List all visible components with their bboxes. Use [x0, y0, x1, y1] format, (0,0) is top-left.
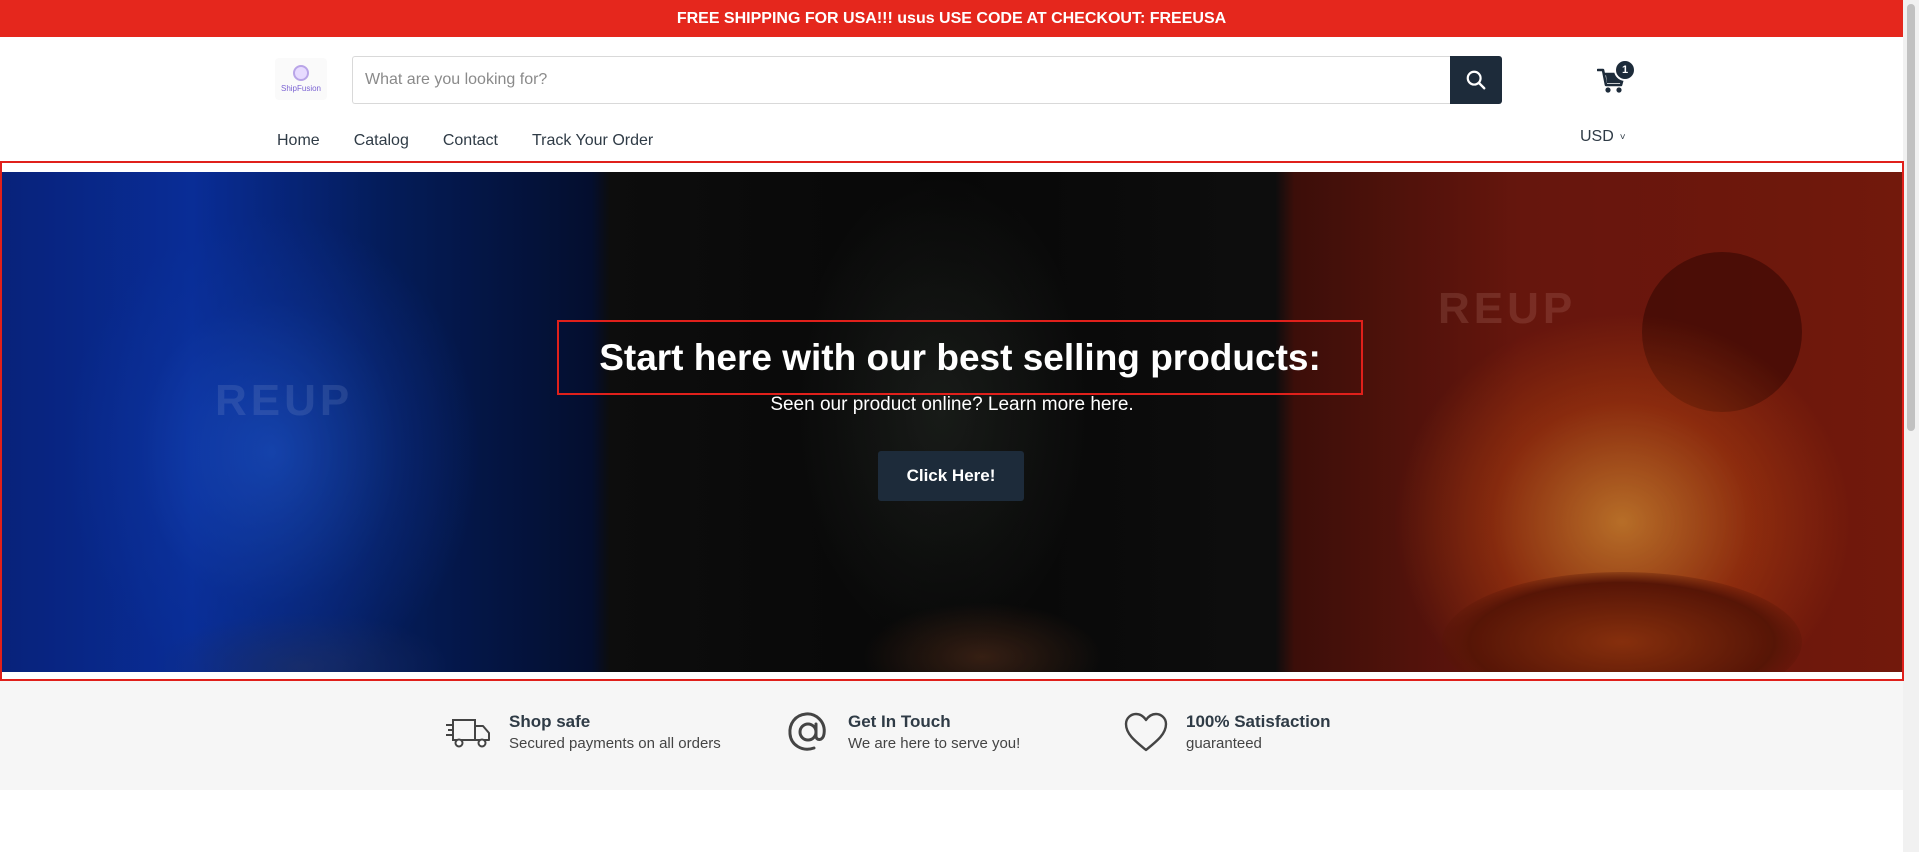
- feature-text: 100% Satisfaction guaranteed: [1186, 712, 1331, 752]
- logo-text: ShipFusion: [280, 84, 322, 93]
- feature-desc: Secured payments on all orders: [509, 735, 721, 752]
- chevron-down-icon: ˅: [1619, 131, 1626, 143]
- feature-text: Shop safe Secured payments on all orders: [509, 712, 721, 752]
- nav-item-contact[interactable]: Contact: [443, 132, 498, 150]
- search-button[interactable]: [1450, 56, 1502, 104]
- feature-satisfaction: 100% Satisfaction guaranteed: [1120, 706, 1331, 758]
- page-scrollbar[interactable]: [1903, 0, 1919, 852]
- feature-title: Get In Touch: [848, 712, 951, 731]
- logo-mark: [293, 65, 309, 81]
- search-icon: [1466, 70, 1486, 90]
- scrollbar-thumb[interactable]: [1907, 4, 1915, 431]
- cart-button[interactable]: 1: [1592, 59, 1636, 100]
- feature-shop-safe: Shop safe Secured payments on all orders: [443, 706, 721, 758]
- feature-desc: guaranteed: [1186, 735, 1262, 752]
- search-input[interactable]: [352, 56, 1450, 104]
- nav-item-track-order[interactable]: Track Your Order: [532, 132, 653, 150]
- feature-text: Get In Touch We are here to serve you!: [848, 712, 1020, 752]
- search-bar: [352, 56, 1502, 104]
- heart-icon: [1120, 706, 1172, 758]
- cart-count-badge: 1: [1614, 59, 1636, 81]
- truck-icon: [443, 706, 495, 758]
- currency-selector[interactable]: USD ˅: [1580, 128, 1626, 146]
- announcement-text: FREE SHIPPING FOR USA!!! usus USE CODE A…: [676, 9, 1227, 27]
- hero-headline: Start here with our best selling product…: [599, 336, 1321, 378]
- currency-value: USD: [1580, 128, 1614, 145]
- store-logo[interactable]: ShipFusion: [275, 58, 327, 100]
- at-sign-icon: [782, 706, 834, 758]
- hero-banner: REUP REUP: [2, 172, 1903, 672]
- features-strip: Shop safe Secured payments on all orders…: [0, 681, 1903, 790]
- announcement-bar: FREE SHIPPING FOR USA!!! usus USE CODE A…: [0, 0, 1903, 37]
- nav-item-catalog[interactable]: Catalog: [354, 132, 409, 150]
- feature-title: Shop safe: [509, 712, 591, 731]
- hero-subheading: Seen our product online? Learn more here…: [770, 394, 1134, 415]
- click-here-button[interactable]: Click Here!: [878, 451, 1024, 501]
- feature-title: 100% Satisfaction: [1186, 712, 1331, 731]
- nav-item-home[interactable]: Home: [277, 132, 320, 150]
- hero-overlay: [2, 172, 1903, 672]
- main-nav: Home Catalog Contact Track Your Order: [277, 132, 687, 150]
- feature-desc: We are here to serve you!: [848, 735, 1021, 752]
- feature-get-in-touch: Get In Touch We are here to serve you!: [782, 706, 1020, 758]
